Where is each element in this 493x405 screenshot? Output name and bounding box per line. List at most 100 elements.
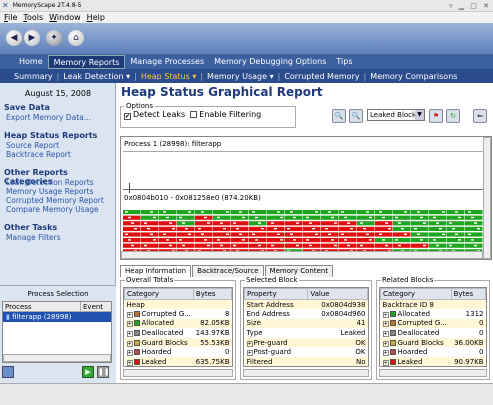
heap-block[interactable]	[411, 215, 429, 220]
menu-window[interactable]: Window	[49, 13, 81, 22]
heap-block[interactable]	[285, 210, 303, 215]
tab-memory-debugging-options[interactable]: Memory Debugging Options	[209, 55, 331, 69]
expand-icon[interactable]: +	[126, 359, 133, 366]
forward-arrow-icon[interactable]: ▶	[24, 30, 40, 46]
table-row[interactable]: Type Leaked	[245, 328, 368, 338]
subtab-summary[interactable]: Summary	[14, 72, 53, 81]
heap-block[interactable]	[375, 210, 393, 215]
table-row[interactable]: + Pre-guard OK	[244, 337, 368, 348]
tab-home[interactable]: Home	[14, 55, 48, 69]
heap-block[interactable]	[285, 232, 303, 237]
heap-block[interactable]	[159, 210, 177, 215]
heap-block[interactable]	[267, 210, 285, 215]
selected-block-scrollbar[interactable]	[243, 369, 369, 377]
heap-block[interactable]	[267, 221, 285, 226]
heap-block[interactable]	[303, 226, 321, 231]
play-icon[interactable]: ▶	[82, 366, 94, 378]
heap-block[interactable]	[465, 243, 483, 248]
heap-block[interactable]	[375, 221, 393, 226]
sidebar-link-export-memory-data[interactable]: Export Memory Data...	[6, 113, 91, 122]
column-header-bytes[interactable]: Bytes	[450, 288, 486, 300]
heap-block[interactable]	[429, 226, 447, 231]
sidebar-link-manage-filters[interactable]: Manage Filters	[6, 233, 61, 242]
heap-block[interactable]	[339, 226, 357, 231]
heap-block[interactable]	[159, 221, 177, 226]
column-header-property[interactable]: Property	[244, 288, 309, 300]
heap-block[interactable]	[393, 210, 411, 215]
table-row[interactable]: + Post-guard OK	[245, 347, 368, 357]
heap-block[interactable]	[141, 221, 159, 226]
detect-leaks-checkbox[interactable]: ✔	[124, 113, 131, 120]
tab-manage-processes[interactable]: Manage Processes	[125, 55, 209, 69]
expand-icon[interactable]: +	[126, 331, 133, 338]
heap-block[interactable]	[141, 210, 159, 215]
table-row[interactable]: + Corrupted G... 8	[125, 309, 232, 319]
back-arrow-icon[interactable]: ◀	[6, 30, 22, 46]
heap-block[interactable]	[231, 238, 249, 243]
sidebar-link-compare-memory-usage[interactable]: Compare Memory Usage	[6, 205, 99, 214]
heap-block[interactable]	[357, 232, 375, 237]
table-row[interactable]: + Leaked 90.97KB	[380, 357, 486, 366]
expand-icon[interactable]: +	[382, 311, 389, 318]
heap-block[interactable]	[375, 243, 393, 248]
heap-horizontal-scrollbar[interactable]	[121, 251, 483, 259]
heap-block[interactable]	[267, 232, 285, 237]
table-row[interactable]: + Deallocated 143.97KB	[125, 328, 232, 338]
tab-tips[interactable]: Tips	[331, 55, 357, 69]
expand-icon[interactable]: +	[382, 340, 389, 347]
table-row[interactable]: Size 41	[244, 318, 368, 329]
column-header-category[interactable]: Category	[380, 288, 452, 300]
tab-memory-reports[interactable]: Memory Reports	[47, 55, 126, 69]
subtab-leak-detection[interactable]: Leak Detection ▾	[63, 72, 130, 81]
sidebar-link-memory-usage-reports[interactable]: Memory Usage Reports	[6, 187, 93, 196]
heap-block[interactable]	[393, 232, 411, 237]
table-row[interactable]: End Address 0x0804d960	[245, 309, 368, 319]
home-icon[interactable]: ⌂	[68, 30, 84, 46]
table-row[interactable]: + Leaked 635.75KB	[124, 357, 232, 366]
expand-icon[interactable]: +	[246, 340, 253, 347]
heap-block[interactable]	[195, 215, 213, 220]
heap-block[interactable]	[213, 238, 231, 243]
window-controls[interactable]: ▿ ▁ ▢ ✕	[449, 2, 491, 10]
heap-block[interactable]	[465, 210, 483, 215]
expand-icon[interactable]: +	[382, 331, 389, 338]
refresh-icon[interactable]: ↻	[446, 109, 460, 123]
heap-block[interactable]	[123, 215, 141, 220]
expand-icon[interactable]: +	[382, 350, 389, 357]
heap-block[interactable]	[177, 221, 195, 226]
table-row[interactable]: + Allocated 1312	[381, 309, 486, 319]
export-icon[interactable]: ⇐	[473, 109, 487, 123]
menu-help[interactable]: Help	[87, 13, 105, 22]
table-row[interactable]: + Deallocated 0	[381, 328, 486, 338]
heap-block[interactable]	[285, 243, 303, 248]
overall-totals-scrollbar[interactable]	[123, 369, 233, 377]
subtab-corrupted-memory[interactable]: Corrupted Memory	[284, 72, 359, 81]
heap-block[interactable]	[249, 243, 267, 248]
table-row[interactable]: + Hoarded 0	[125, 347, 232, 357]
sidebar-link-leak-detection-reports[interactable]: Leak Detection Reports	[6, 178, 94, 187]
heap-block[interactable]	[393, 243, 411, 248]
heap-block[interactable]	[411, 238, 429, 243]
settings-icon[interactable]	[2, 366, 14, 378]
table-row[interactable]: Filtered No	[244, 357, 368, 366]
heap-block[interactable]	[123, 226, 141, 231]
table-row[interactable]: Heap	[124, 299, 232, 310]
related-blocks-scrollbar[interactable]	[379, 369, 487, 377]
heap-block[interactable]	[429, 215, 447, 220]
table-row[interactable]: Start Address 0x0804d938	[244, 299, 368, 310]
heap-block[interactable]	[321, 238, 339, 243]
heap-block[interactable]	[303, 238, 321, 243]
column-header-bytes[interactable]: Bytes	[192, 288, 232, 300]
expand-icon[interactable]: +	[126, 311, 133, 318]
heap-block[interactable]	[231, 215, 249, 220]
table-row[interactable]: Backtrace ID 8	[380, 299, 486, 310]
expand-icon[interactable]: +	[126, 350, 133, 357]
locate-icon[interactable]: ⚑	[429, 109, 443, 123]
heap-block[interactable]	[141, 232, 159, 237]
expand-icon[interactable]: +	[126, 340, 133, 347]
column-header-value[interactable]: Value	[307, 288, 368, 300]
heap-block[interactable]	[249, 221, 267, 226]
expand-icon[interactable]: +	[382, 321, 389, 328]
heap-block[interactable]	[339, 238, 357, 243]
table-row[interactable]: + Allocated 82.05KB	[124, 318, 232, 329]
